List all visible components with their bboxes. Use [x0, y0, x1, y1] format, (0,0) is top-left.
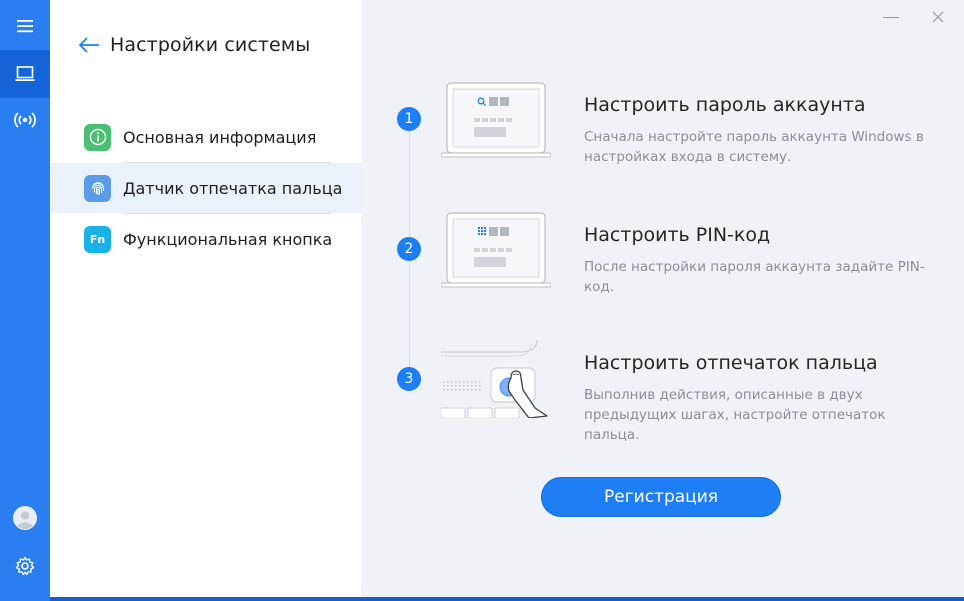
minimize-button[interactable]: [883, 17, 899, 18]
device-button[interactable]: [0, 50, 50, 98]
step-title: Настроить отпечаток пальца: [584, 352, 878, 374]
step-title: Настроить пароль аккаунта: [584, 94, 866, 116]
step-number-badge: 1: [397, 107, 421, 131]
nav-item-fingerprint[interactable]: Датчик отпечатка пальца: [50, 163, 361, 213]
avatar-icon: [13, 506, 37, 530]
step-number-badge: 3: [397, 367, 421, 391]
fn-icon-tile: Fn: [84, 225, 111, 253]
gear-icon: [15, 556, 35, 576]
menu-button[interactable]: [0, 2, 50, 50]
menu-icon: [17, 20, 33, 33]
nav-item-label: Функциональная кнопка: [123, 229, 333, 249]
settings-nav-panel: Настройки системы Основная информация Да…: [50, 0, 361, 601]
account-button[interactable]: [0, 494, 50, 542]
nav-item-label: Основная информация: [123, 127, 317, 147]
main-content: 1 Настроить пароль аккаунта Сначала наст…: [361, 0, 964, 601]
fingerprint-sensor-illustration: [441, 339, 548, 418]
step-description: После настройки пароля аккаунта задайте …: [584, 259, 925, 295]
register-button[interactable]: Регистрация: [541, 477, 781, 517]
back-row: Настройки системы: [78, 34, 310, 56]
page-title: Настройки системы: [110, 34, 311, 56]
nav-item-function-key[interactable]: Fn Функциональная кнопка: [50, 214, 361, 264]
wireless-button[interactable]: [0, 96, 50, 144]
step-description: Выполнив действия, описанные в двух пред…: [584, 387, 886, 443]
close-button[interactable]: [930, 9, 946, 25]
settings-button[interactable]: [0, 542, 50, 590]
back-arrow-icon: [78, 37, 99, 53]
fingerprint-icon-tile: [84, 174, 111, 202]
wireless-icon: [14, 112, 36, 128]
step-title: Настроить PIN-код: [584, 224, 771, 246]
nav-item-basic-info[interactable]: Основная информация: [50, 112, 361, 162]
step-description: Сначала настройте пароль аккаунта Window…: [584, 129, 924, 165]
fingerprint-icon: [91, 182, 104, 195]
laptop-password-illustration: [441, 82, 551, 158]
fn-icon: Fn: [89, 232, 106, 246]
close-icon: [932, 11, 944, 23]
window-bottom-edge: [50, 597, 964, 601]
nav-item-label: Датчик отпечатка пальца: [123, 178, 343, 198]
step-number-badge: 2: [397, 237, 421, 261]
info-icon: [89, 128, 106, 146]
icon-rail: [0, 0, 50, 601]
laptop-icon: [15, 66, 35, 81]
laptop-pin-illustration: [441, 212, 551, 288]
back-button[interactable]: [78, 34, 100, 56]
info-icon-tile: [84, 123, 111, 151]
